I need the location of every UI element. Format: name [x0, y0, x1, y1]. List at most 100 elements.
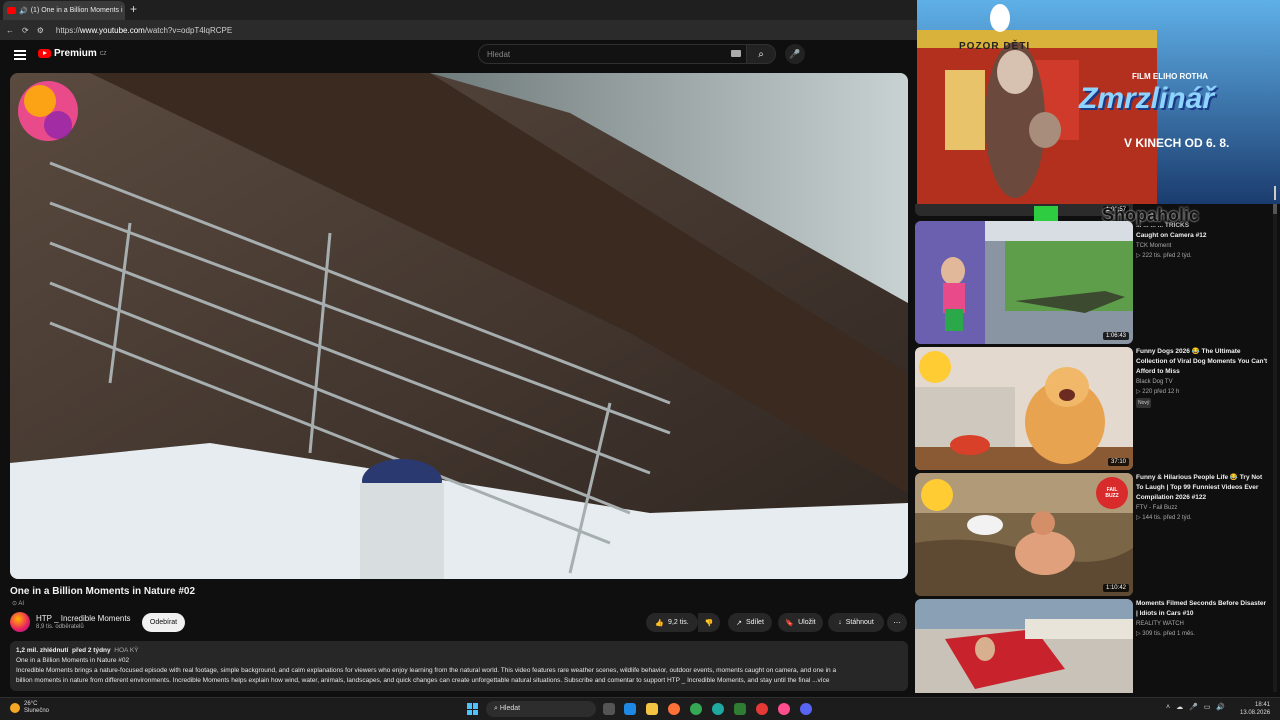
video-meta: ▷ 144 tis. před 2 týd.: [1136, 515, 1192, 521]
widgets-icon[interactable]: [624, 703, 636, 715]
video-title: Funny Dogs 2026 😂 The Ultimate Collectio…: [1136, 348, 1268, 375]
excel-icon[interactable]: [734, 703, 746, 715]
ad-director: FILM ELIHO ROTHA: [1132, 72, 1208, 81]
chrome-icon[interactable]: [690, 703, 702, 715]
youtube-header: Premium CZ Hledat ⌕ 🎤: [0, 40, 917, 70]
browser-tab-bar: 🔊 (1) One in a Billion Moments i ✕ +: [0, 0, 917, 20]
more-icon: ⋯: [893, 619, 901, 627]
hamburger-menu-icon[interactable]: [14, 50, 26, 60]
description-text-1: Incredible Moments brings a nature-focus…: [16, 667, 837, 674]
recommendation-thumbnail[interactable]: [915, 599, 1133, 693]
like-count: 9,2 tis.: [668, 619, 689, 626]
recommendation-thumbnail[interactable]: FAIL BUZZ 1:10:42: [915, 473, 1133, 596]
fail-buzz-logo: FAIL BUZZ: [1105, 487, 1119, 499]
ad-release-date: V KINECH OD 6. 8.: [1124, 136, 1230, 150]
weather-text: Slunečno: [24, 708, 50, 714]
description-meta: 1,2 mil. zhlédnutí před 2 týdny HOA KỲ: [16, 647, 139, 654]
recommendation-info[interactable]: ... ... ... ... TRICKS Caught on Camera …: [1136, 221, 1268, 261]
discord-icon[interactable]: [800, 703, 812, 715]
back-icon[interactable]: ←: [6, 26, 14, 35]
thumbs-up-icon: 👍: [655, 619, 665, 627]
address-bar: ← ⟳ ⚙ https://www.youtube.com/watch?v=od…: [0, 20, 917, 40]
search-icon: ⌕: [758, 48, 764, 60]
save-button[interactable]: 🔖 Uložit: [778, 613, 823, 632]
browser-tab[interactable]: 🔊 (1) One in a Billion Moments i ✕: [3, 1, 125, 20]
video-player[interactable]: [10, 73, 908, 579]
tab-title: (1) One in a Billion Moments i: [30, 7, 123, 14]
windows-taskbar: 26°C Slunečno ⌕ Hledat ˄☁🎤▭🔊 18:41 13.08.2…: [0, 697, 1280, 720]
movie-advertisement[interactable]: POZOR DĚTI FILM ELIHO ROTHA Zmrzlinář V …: [917, 0, 1280, 204]
share-label: Sdílet: [745, 619, 764, 626]
ai-badge: ⊙ AI: [12, 601, 25, 607]
browser-icon[interactable]: [778, 703, 790, 715]
description-box[interactable]: 1,2 mil. zhlédnutí před 2 týdny HOA KỲ O…: [10, 641, 908, 691]
channel-name[interactable]: REALITY WATCH: [1136, 619, 1268, 629]
reload-icon[interactable]: ⟳: [22, 26, 29, 35]
video-duration: 1:06:43: [1102, 332, 1129, 340]
new-badge: Nový: [1136, 398, 1152, 408]
new-tab-button[interactable]: +: [130, 2, 137, 16]
recommendation-thumbnail[interactable]: 37:10: [915, 347, 1133, 470]
file-explorer-icon[interactable]: [646, 703, 658, 715]
sidebar-scrollbar[interactable]: [1273, 204, 1277, 692]
logo-text: Premium: [54, 48, 97, 59]
bookmark-icon: 🔖: [785, 619, 795, 627]
channel-name[interactable]: Black Dog TV: [1136, 377, 1268, 387]
site-info-icon[interactable]: ⚙: [37, 26, 44, 35]
windows-start-icon[interactable]: [467, 703, 479, 715]
channel-name[interactable]: HTP _ Incredible Moments: [36, 614, 131, 623]
youtube-logo[interactable]: Premium CZ: [38, 48, 106, 59]
description-title: One in a Billion Moments in Nature #02: [16, 657, 130, 664]
channel-avatar[interactable]: [10, 612, 30, 632]
clock[interactable]: 18:41 13.08.2026: [1240, 701, 1270, 717]
video-duration: 37:10: [1107, 458, 1129, 466]
dislike-button[interactable]: 👎: [698, 613, 720, 632]
speaker-icon[interactable]: 🔊: [19, 7, 28, 15]
share-icon: ↗: [736, 619, 742, 627]
video-meta: ▷ 309 tis. před 1 měs.: [1136, 631, 1195, 637]
subscribe-button[interactable]: Odebírat: [142, 613, 185, 632]
task-view-icon[interactable]: [603, 703, 615, 715]
system-tray[interactable]: ˄☁🎤▭🔊: [1166, 703, 1231, 711]
voice-search-button[interactable]: 🎤: [785, 44, 805, 64]
video-duration: 1:10:42: [1102, 584, 1129, 592]
ad-sign-text: POZOR DĚTI: [959, 41, 1031, 52]
search-input[interactable]: Hledat: [478, 44, 748, 64]
download-button[interactable]: ↓ Stáhnout: [828, 613, 884, 632]
youtube-play-icon: [38, 49, 51, 58]
keyboard-icon[interactable]: [731, 50, 741, 57]
video-title: Caught on Camera #12: [1136, 232, 1207, 239]
app-icon[interactable]: [756, 703, 768, 715]
recommendation-thumbnail[interactable]: 1:06:43: [915, 221, 1133, 344]
thumbs-down-icon: 👎: [704, 619, 714, 627]
search-button[interactable]: ⌕: [746, 44, 776, 64]
firefox-icon[interactable]: [668, 703, 680, 715]
channel-name[interactable]: FTV - Fail Buzz: [1136, 503, 1268, 513]
video-title: Moments Filmed Seconds Before Disaster |…: [1136, 600, 1267, 617]
video-title: Funny & Hilarious People Life 😂 Try Not …: [1136, 474, 1263, 501]
url-field[interactable]: https://www.youtube.com/watch?v=odpT4lqR…: [56, 26, 232, 35]
description-text-2: billion moments in nature from different…: [16, 677, 830, 684]
save-label: Uložit: [798, 619, 816, 626]
sun-icon: [10, 703, 20, 713]
video-title-partial: ... ... ... ... TRICKS: [1136, 222, 1190, 229]
edge-icon[interactable]: [712, 703, 724, 715]
microphone-icon: 🎤: [789, 48, 801, 59]
channel-name[interactable]: TCK Moment: [1136, 241, 1268, 251]
download-icon: ↓: [838, 619, 842, 626]
download-label: Stáhnout: [845, 619, 874, 626]
share-button[interactable]: ↗ Sdílet: [728, 613, 772, 632]
country-badge: CZ: [99, 50, 107, 57]
recommendation-info[interactable]: Funny Dogs 2026 😂 The Ultimate Collectio…: [1136, 347, 1268, 408]
video-title: One in a Billion Moments in Nature #02: [10, 586, 196, 597]
video-meta: ▷ 220 před 12 h: [1136, 389, 1180, 395]
partial-thumbnail[interactable]: 1:01:57: [915, 204, 1133, 216]
recommendation-info[interactable]: Moments Filmed Seconds Before Disaster |…: [1136, 599, 1268, 639]
show-more-link[interactable]: ...více: [812, 677, 829, 684]
like-button[interactable]: 👍 9,2 tis.: [646, 613, 698, 632]
taskbar-search[interactable]: ⌕ Hledat: [486, 701, 596, 717]
recommendation-info[interactable]: Funny & Hilarious People Life 😂 Try Not …: [1136, 473, 1268, 523]
weather-widget[interactable]: 26°C Slunečno: [10, 701, 49, 715]
more-actions-button[interactable]: ⋯: [887, 613, 907, 632]
temperature: 26°C: [24, 701, 38, 707]
